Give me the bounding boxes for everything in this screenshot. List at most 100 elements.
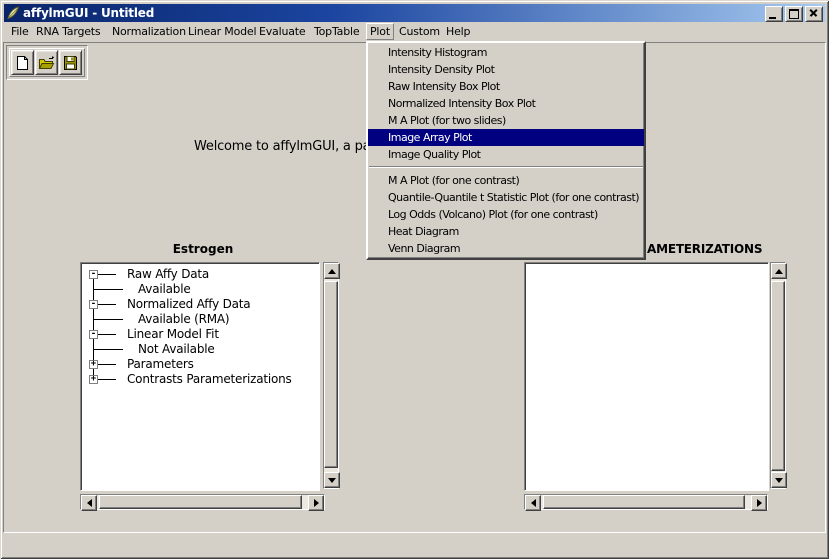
tree-node-label[interactable]: Available (RMA) [138,312,229,327]
arrow-left-icon [531,499,536,507]
tree-collapse-toggle[interactable]: - [89,270,98,279]
menu-separator [369,166,643,168]
tree-node-label[interactable]: Not Available [138,342,215,357]
tree-node-label[interactable]: Parameters [127,357,194,372]
maximize-button[interactable] [785,6,803,22]
arrow-down-icon [775,478,783,483]
menu-item-image-quality-plot[interactable]: Image Quality Plot [368,146,644,163]
menu-item-raw-intensity-box-plot[interactable]: Raw Intensity Box Plot [368,78,644,95]
tree-expand-toggle[interactable]: + [89,375,98,384]
tree-node-label[interactable]: Linear Model Fit [127,327,219,342]
scroll-left-button[interactable] [525,495,541,511]
new-file-button[interactable] [11,50,34,75]
menubar-item-rna-targets[interactable]: RNA Targets [32,23,104,40]
minimize-icon [769,17,776,19]
tree-node-label[interactable]: Contrasts Parameterizations [127,372,292,387]
toolbar-group [9,48,85,77]
menu-item-normalized-intensity-box-plot[interactable]: Normalized Intensity Box Plot [368,95,644,112]
application-window: affylmGUI - Untitled File RNA Targets No… [0,0,829,559]
menubar-item-normalization[interactable]: Normalization [108,23,190,40]
menu-item-qq-t-statistic-plot[interactable]: Quantile-Quantile t Statistic Plot (for … [368,189,644,206]
tree-row[interactable]: Not Available [83,342,317,357]
arrow-up-icon [328,269,336,274]
menubar-item-plot[interactable]: Plot [366,23,394,40]
scroll-up-button[interactable] [771,263,787,279]
open-file-button[interactable] [35,50,58,75]
menu-item-intensity-histogram[interactable]: Intensity Histogram [368,44,644,61]
tree-branch-line [98,334,116,335]
tree-row[interactable]: Available [83,282,317,297]
menubar-item-evaluate[interactable]: Evaluate [255,23,309,40]
welcome-text: Welcome to affylmGUI, a pa [194,139,370,154]
tree-branch-line [93,349,123,350]
horizontal-scrollbar-thumb[interactable] [543,495,745,509]
tree-branch-line [98,379,116,380]
right-panel-title-partial: AMETERIZATIONS [647,242,762,256]
window-title: affylmGUI - Untitled [23,6,154,20]
status-bar [3,534,826,555]
right-vertical-scrollbar[interactable] [770,262,786,489]
right-horizontal-scrollbar[interactable] [524,494,768,510]
tree-collapse-toggle[interactable]: - [89,330,98,339]
menu-item-ma-plot-two-slides[interactable]: M A Plot (for two slides) [368,112,644,129]
minimize-button[interactable] [765,6,783,22]
tree-row[interactable]: - Linear Model Fit [83,327,317,342]
tree-branch-line [98,364,116,365]
menu-item-image-array-plot[interactable]: Image Array Plot [368,129,644,146]
menu-item-heat-diagram[interactable]: Heat Diagram [368,223,644,240]
app-feather-icon [6,6,20,20]
menu-item-venn-diagram[interactable]: Venn Diagram [368,240,644,257]
arrow-right-icon [757,499,762,507]
scroll-down-button[interactable] [771,472,787,488]
menu-item-log-odds-volcano-plot[interactable]: Log Odds (Volcano) Plot (for one contras… [368,206,644,223]
menubar-item-custom[interactable]: Custom [395,23,444,40]
menubar-item-linear-model[interactable]: Linear Model [184,23,260,40]
arrow-left-icon [87,499,92,507]
tree-branch-line [93,319,123,320]
scroll-up-button[interactable] [324,263,340,279]
menubar-item-file[interactable]: File [7,23,33,40]
close-button[interactable] [805,6,823,22]
title-bar: affylmGUI - Untitled [4,4,825,22]
menu-item-ma-plot-one-contrast[interactable]: M A Plot (for one contrast) [368,172,644,189]
tree-row[interactable]: - Normalized Affy Data [83,297,317,312]
contrasts-listbox[interactable] [524,262,769,491]
tree-branch-line [93,289,123,290]
tree-branch-line [98,304,116,305]
horizontal-scrollbar-thumb[interactable] [99,495,302,509]
arrow-up-icon [775,269,783,274]
tree-node-label[interactable]: Raw Affy Data [127,267,209,282]
menu-bar: File RNA Targets Normalization Linear Mo… [3,22,826,41]
tree-row[interactable]: - Raw Affy Data [83,267,317,282]
left-vertical-scrollbar[interactable] [323,262,339,489]
menubar-item-toptable[interactable]: TopTable [310,23,363,40]
scroll-down-button[interactable] [324,472,340,488]
scroll-right-button[interactable] [751,495,767,511]
vertical-scrollbar-thumb[interactable] [771,281,785,471]
open-folder-icon [38,55,55,71]
scroll-right-button[interactable] [308,495,324,511]
tree-node-label[interactable]: Normalized Affy Data [127,297,250,312]
tree-row[interactable]: Available (RMA) [83,312,317,327]
tree-row[interactable]: + Contrasts Parameterizations [83,372,317,387]
tree-node-label[interactable]: Available [138,282,191,297]
maximize-icon [789,9,799,19]
save-file-button[interactable] [59,50,82,75]
dataset-tree: - Raw Affy Data Available - Normalized A… [83,265,317,489]
plot-dropdown-menu: Intensity Histogram Intensity Density Pl… [366,41,646,260]
menu-item-intensity-density-plot[interactable]: Intensity Density Plot [368,61,644,78]
menubar-item-help[interactable]: Help [442,23,474,40]
new-document-icon [15,55,30,71]
tree-row[interactable]: + Parameters [83,357,317,372]
save-floppy-icon [63,55,78,71]
dataset-tree-listbox[interactable]: - Raw Affy Data Available - Normalized A… [80,262,320,491]
toolbar [6,45,88,80]
left-horizontal-scrollbar[interactable] [80,494,325,510]
tree-collapse-toggle[interactable]: - [89,300,98,309]
vertical-scrollbar-thumb[interactable] [324,281,338,468]
scroll-left-button[interactable] [81,495,97,511]
arrow-right-icon [314,499,319,507]
tree-expand-toggle[interactable]: + [89,360,98,369]
tree-branch-line [98,274,116,275]
left-panel-title: Estrogen [80,242,326,256]
